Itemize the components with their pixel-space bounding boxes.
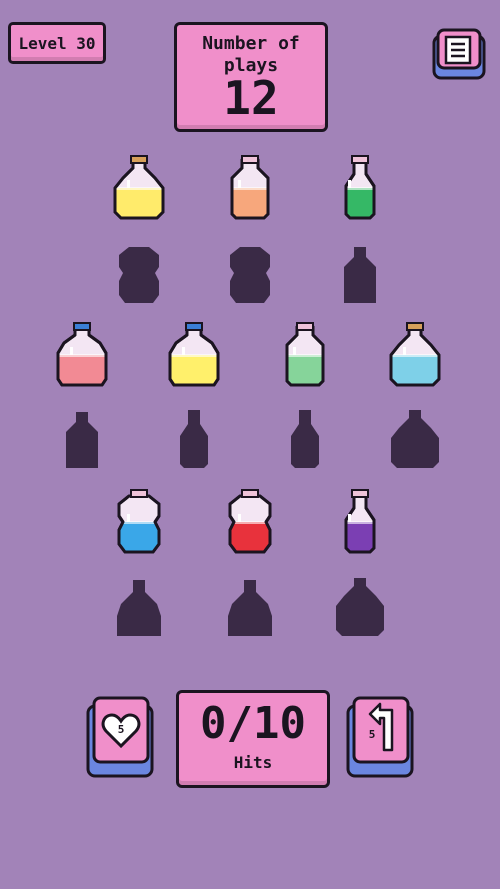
bottle[interactable] [52,322,112,387]
bottle[interactable] [109,155,169,220]
bottle-silhouette[interactable] [344,247,376,303]
bottle-silhouette[interactable] [228,580,272,636]
hits-value: 0/10 [200,698,306,749]
bottle[interactable] [330,155,390,220]
bottle-silhouette[interactable] [117,580,161,636]
hint-button[interactable]: 5 [86,696,154,778]
undo-button[interactable]: 5 [346,696,414,778]
bottle[interactable] [220,489,280,554]
bottle[interactable] [275,322,335,387]
bottle[interactable] [164,322,224,387]
bottle[interactable] [220,155,280,220]
hint-count: 5 [118,723,125,736]
bottle-silhouette[interactable] [119,247,159,303]
undo-count: 5 [369,728,376,741]
bottle-silhouette[interactable] [391,410,439,468]
bottle-silhouette[interactable] [291,410,319,468]
bottle-silhouette[interactable] [230,247,270,303]
bottle-silhouette[interactable] [66,412,98,468]
hits-panel: 0/10 Hits [176,690,330,788]
bottle[interactable] [109,489,169,554]
hits-label: Hits [233,753,273,772]
bottle[interactable] [330,489,390,554]
bottle-silhouette[interactable] [336,578,384,636]
bottle[interactable] [385,322,445,387]
bottle-silhouette[interactable] [180,410,208,468]
